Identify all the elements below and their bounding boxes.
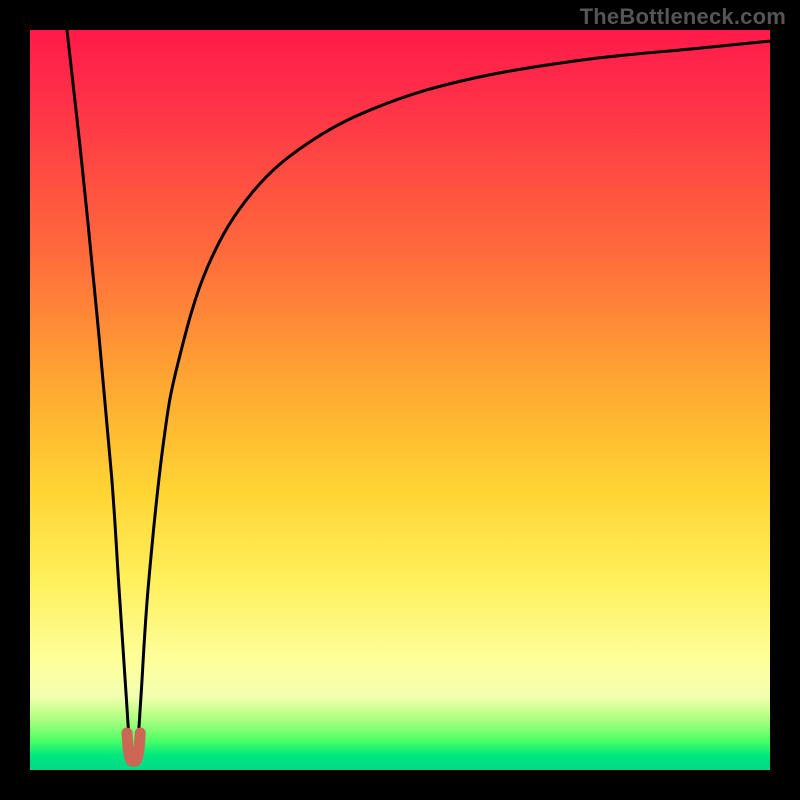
watermark-text: TheBottleneck.com xyxy=(580,4,786,30)
trough-marker-path xyxy=(127,733,140,761)
plot-area xyxy=(30,30,770,770)
bottleneck-curve-svg xyxy=(30,30,770,770)
bottleneck-curve-path xyxy=(67,30,770,759)
chart-frame: TheBottleneck.com xyxy=(0,0,800,800)
